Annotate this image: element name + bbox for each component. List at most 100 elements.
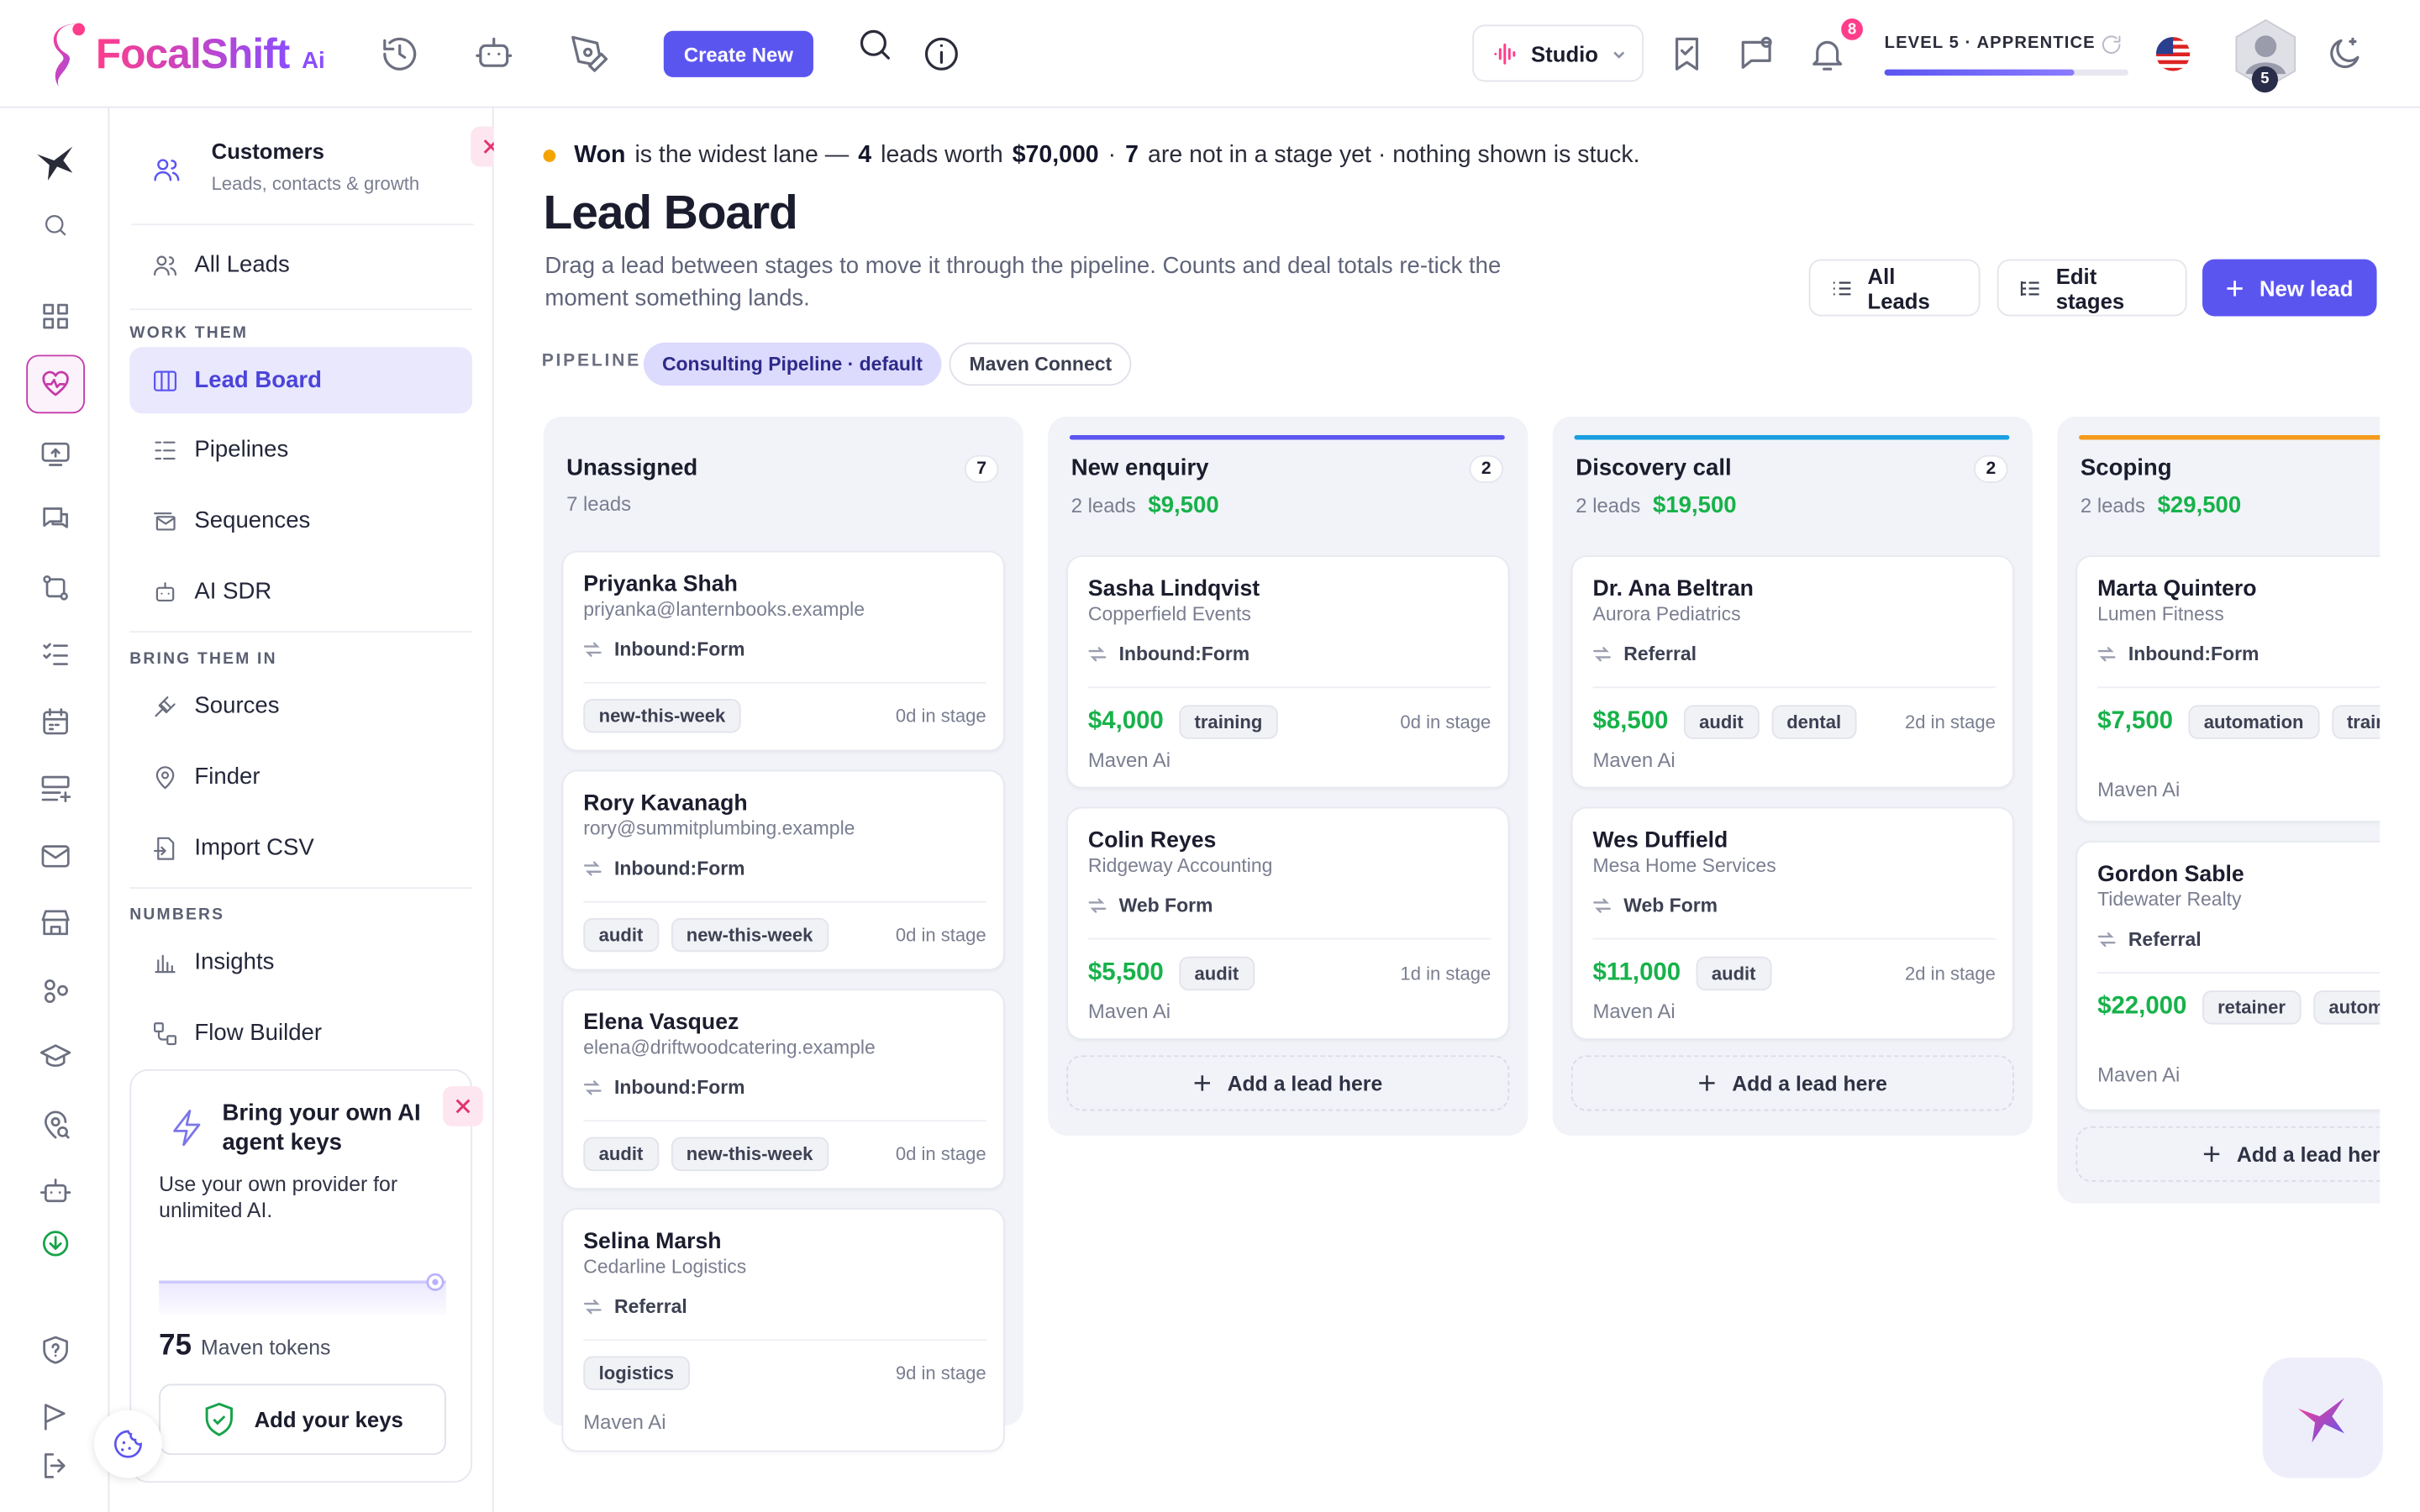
pipeline-chip-maven-connect[interactable]: Maven Connect	[949, 342, 1133, 386]
lead-source: Referral	[1593, 643, 1697, 665]
rail-conversations[interactable]	[26, 491, 85, 549]
hummingbird-icon	[37, 146, 73, 181]
lead-tag[interactable]: retainer	[2202, 990, 2302, 1025]
card-divider	[2097, 686, 2381, 689]
lead-tag[interactable]: training	[2331, 705, 2381, 739]
sidebar-item-lead-board[interactable]: Lead Board	[129, 347, 473, 414]
moon-icon[interactable]	[2324, 34, 2365, 74]
add-lead-button[interactable]: Add a lead here	[1570, 1055, 2014, 1111]
lead-card[interactable]: Gordon Sable Tidewater Realty Referral $22,…	[2075, 841, 2381, 1111]
bell-icon[interactable]	[1807, 34, 1848, 74]
sidebar-item-insights[interactable]: Insights	[129, 929, 472, 995]
lead-tag[interactable]: audit	[1696, 956, 1771, 991]
lead-source-label: Inbound:Form	[2128, 643, 2260, 665]
arrows-exchange-icon	[583, 640, 602, 659]
lead-card[interactable]: Rory Kavanagh rory@summitplumbing.example…	[561, 769, 1005, 971]
lead-tag[interactable]: audit	[1683, 705, 1760, 739]
sidebar-item-sources[interactable]: Sources	[129, 673, 472, 739]
search-icon[interactable]	[855, 24, 896, 65]
sidebar-item-all-leads[interactable]: All Leads	[129, 232, 472, 298]
sidebar-item-sequences[interactable]: Sequences	[129, 487, 472, 554]
lead-stage-age: 2d in stage	[1905, 711, 1996, 733]
rail-agents[interactable]	[26, 1162, 85, 1221]
sidebar-item-flow-builder[interactable]: Flow Builder	[129, 1000, 472, 1066]
add-lead-button[interactable]: Add a lead here	[1066, 1055, 1510, 1111]
pen-tool-icon[interactable]	[570, 34, 610, 74]
add-your-keys-button[interactable]: Add your keys	[159, 1383, 446, 1456]
lead-tag[interactable]: audit	[583, 917, 659, 953]
lead-tag[interactable]: new-this-week	[671, 917, 829, 953]
rail-community[interactable]	[26, 961, 85, 1020]
bookmark-check-icon[interactable]	[1667, 34, 1707, 74]
all-leads-button[interactable]: All Leads	[1808, 259, 1981, 317]
lead-tag[interactable]: new-this-week	[671, 1137, 829, 1172]
lead-tag[interactable]: dental	[1770, 705, 1857, 739]
sidebar-item-ai-sdr[interactable]: AI SDR	[129, 559, 472, 625]
lead-tag[interactable]: audit	[1179, 956, 1255, 991]
plus-icon	[1699, 1075, 1716, 1091]
create-new-button[interactable]: Create New	[663, 30, 813, 77]
lead-card[interactable]: Selina Marsh Cedarline Logistics Referral l…	[561, 1208, 1005, 1452]
lead-card[interactable]: Elena Vasquez elena@driftwoodcatering.exa…	[561, 989, 1005, 1190]
lead-tag[interactable]: audit	[583, 1137, 659, 1172]
rail-calendar[interactable]	[26, 693, 85, 752]
bot-icon[interactable]	[474, 34, 514, 74]
edit-stages-button[interactable]: Edit stages	[1996, 259, 2187, 317]
sidebar-item-label: Finder	[194, 764, 260, 790]
page-title: Lead Board	[543, 185, 798, 239]
refresh-icon[interactable]	[2099, 33, 2123, 57]
message-icon[interactable]	[1736, 34, 1776, 74]
rail-dashboard[interactable]	[26, 287, 85, 346]
rail-customers[interactable]	[26, 354, 86, 414]
plug-icon	[155, 696, 176, 717]
add-lead-button[interactable]: Add a lead here	[2075, 1126, 2381, 1182]
rail-broadcast[interactable]	[26, 424, 85, 483]
lead-tag[interactable]: new-this-week	[583, 699, 741, 733]
pipeline-chip-consulting[interactable]: Consulting Pipeline · default	[643, 342, 941, 386]
studio-selector[interactable]: Studio	[1472, 24, 1644, 82]
brand-logo[interactable]: FocalShift Ai	[46, 18, 325, 89]
notifications-badge: 8	[1838, 15, 1866, 44]
lead-subtitle: Copperfield Events	[1087, 603, 1251, 625]
rail-courses[interactable]	[26, 1027, 85, 1086]
lead-card[interactable]: Sasha Lindqvist Copperfield Events Inbound…	[1066, 555, 1510, 789]
icon-rail	[0, 108, 110, 1512]
add-keys-label: Add your keys	[254, 1407, 403, 1432]
lead-card[interactable]: Priyanka Shah priyanka@lanternbooks.examp…	[561, 550, 1005, 752]
info-icon[interactable]	[922, 34, 962, 74]
lead-card[interactable]: Dr. Ana Beltran Aurora Pediatrics Referral…	[1570, 555, 2014, 789]
rail-logout[interactable]	[26, 1436, 85, 1495]
sidebar-item-pipelines[interactable]: Pipelines	[129, 417, 472, 483]
lead-subtitle: rory@summitplumbing.example	[583, 817, 855, 840]
lead-card[interactable]: Marta Quintero Lumen Fitness Inbound:Form $…	[2075, 555, 2381, 822]
sidebar-item-import-csv[interactable]: Import CSV	[129, 815, 472, 881]
lead-card[interactable]: Colin Reyes Ridgeway Accounting Web Form $5…	[1066, 806, 1510, 1040]
assistant-launcher[interactable]	[2262, 1357, 2383, 1478]
rail-email[interactable]	[26, 827, 85, 885]
lead-tag[interactable]: logistics	[583, 1356, 690, 1390]
rail-forms[interactable]	[26, 759, 85, 818]
rail-tasks[interactable]	[26, 625, 85, 684]
lead-tag[interactable]: training	[1179, 705, 1278, 739]
new-lead-button[interactable]: New lead	[2202, 259, 2377, 317]
sidebar-item-finder[interactable]: Finder	[129, 743, 472, 810]
us-flag-icon[interactable]	[2155, 37, 2191, 71]
cookie-settings-button[interactable]	[94, 1410, 162, 1478]
rail-home[interactable]	[26, 133, 85, 192]
rail-search[interactable]	[26, 196, 85, 255]
rail-reputation[interactable]	[26, 1095, 85, 1154]
promo-close-button[interactable]	[443, 1086, 483, 1126]
history-icon[interactable]	[380, 34, 420, 74]
lead-tag[interactable]: automation	[2188, 705, 2319, 739]
chevron-down-icon	[1612, 50, 1624, 58]
lead-card[interactable]: Wes Duffield Mesa Home Services Web Form $1…	[1570, 806, 2014, 1040]
rail-store[interactable]	[26, 893, 85, 952]
rail-download[interactable]	[26, 1215, 85, 1273]
add-lead-label: Add a lead here	[1227, 1071, 1383, 1095]
lead-source: Inbound:Form	[583, 858, 745, 879]
rail-workflows[interactable]	[26, 559, 85, 617]
lead-tag[interactable]: automation	[2313, 990, 2381, 1025]
lead-source: Referral	[583, 1296, 687, 1318]
rail-help[interactable]	[26, 1320, 85, 1379]
store-icon	[41, 910, 70, 936]
